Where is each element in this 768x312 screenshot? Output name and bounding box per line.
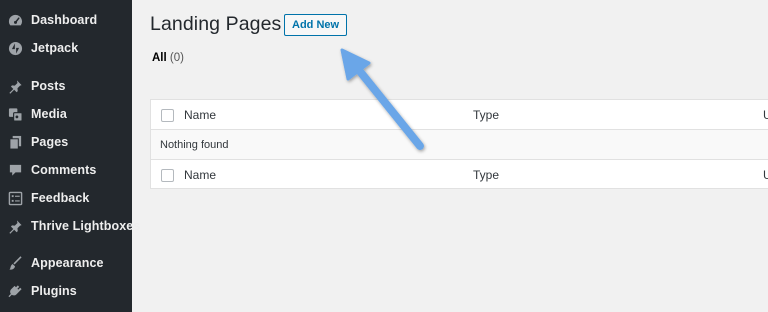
select-all-checkbox[interactable]: [161, 109, 174, 122]
comment-icon: [8, 163, 23, 178]
sidebar-item-label: Plugins: [31, 284, 77, 298]
sidebar-item-label: Media: [31, 107, 67, 121]
sidebar-item-dashboard[interactable]: Dashboard: [0, 6, 132, 34]
add-new-button[interactable]: Add New: [284, 14, 348, 36]
sidebar-item-comments[interactable]: Comments: [0, 156, 132, 184]
landing-pages-table: Name Type U Nothing found Name Type U: [150, 99, 768, 189]
sidebar-item-thrive-lightboxes[interactable]: Thrive Lightboxes: [0, 212, 140, 240]
column-header-type[interactable]: Type: [473, 108, 499, 122]
sidebar-item-label: Thrive Lightboxes: [31, 219, 141, 233]
table-row: Nothing found: [151, 130, 768, 160]
select-all-checkbox-footer[interactable]: [161, 169, 174, 182]
sidebar-item-feedback[interactable]: Feedback: [0, 184, 132, 212]
pages-icon: [8, 135, 23, 150]
sidebar-item-label: Pages: [31, 135, 69, 149]
sidebar-item-label: Jetpack: [31, 41, 79, 55]
sidebar-item-jetpack[interactable]: Jetpack: [0, 34, 132, 62]
pin-icon: [8, 219, 23, 234]
sidebar-item-label: Feedback: [31, 191, 90, 205]
column-footer-type[interactable]: Type: [473, 168, 499, 182]
sidebar-item-label: Posts: [31, 79, 66, 93]
sidebar-item-label: Dashboard: [31, 13, 98, 27]
table-footer-row: Name Type U: [151, 160, 768, 190]
column-footer-name[interactable]: Name: [184, 168, 216, 182]
sidebar-item-pages[interactable]: Pages: [0, 128, 132, 156]
jetpack-icon: [8, 41, 23, 56]
page-title: Landing Pages: [150, 13, 282, 35]
feedback-icon: [8, 191, 23, 206]
filter-all-count: (0): [169, 52, 184, 64]
status-filter: All (0): [152, 52, 184, 64]
column-header-truncated[interactable]: U: [763, 108, 768, 122]
sidebar-item-label: Comments: [31, 163, 97, 177]
main-content: Landing Pages Add New All (0) Name Type …: [132, 0, 768, 312]
filter-all-link[interactable]: All: [152, 52, 167, 64]
sidebar-item-plugins[interactable]: Plugins: [0, 277, 132, 305]
column-footer-truncated[interactable]: U: [763, 168, 768, 182]
sidebar-item-posts[interactable]: Posts: [0, 72, 132, 100]
column-header-name[interactable]: Name: [184, 108, 216, 122]
table-header-row: Name Type U: [151, 100, 768, 130]
admin-sidebar: Dashboard Jetpack Posts Media Pages Comm…: [0, 0, 140, 312]
media-icon: [8, 107, 23, 122]
sidebar-item-media[interactable]: Media: [0, 100, 132, 128]
empty-message: Nothing found: [160, 139, 229, 151]
sidebar-item-label: Appearance: [31, 256, 104, 270]
dashboard-icon: [8, 13, 23, 28]
brush-icon: [8, 255, 23, 271]
sidebar-item-appearance[interactable]: Appearance: [0, 249, 132, 277]
pin-icon: [8, 79, 23, 94]
plugin-icon: [8, 284, 23, 299]
